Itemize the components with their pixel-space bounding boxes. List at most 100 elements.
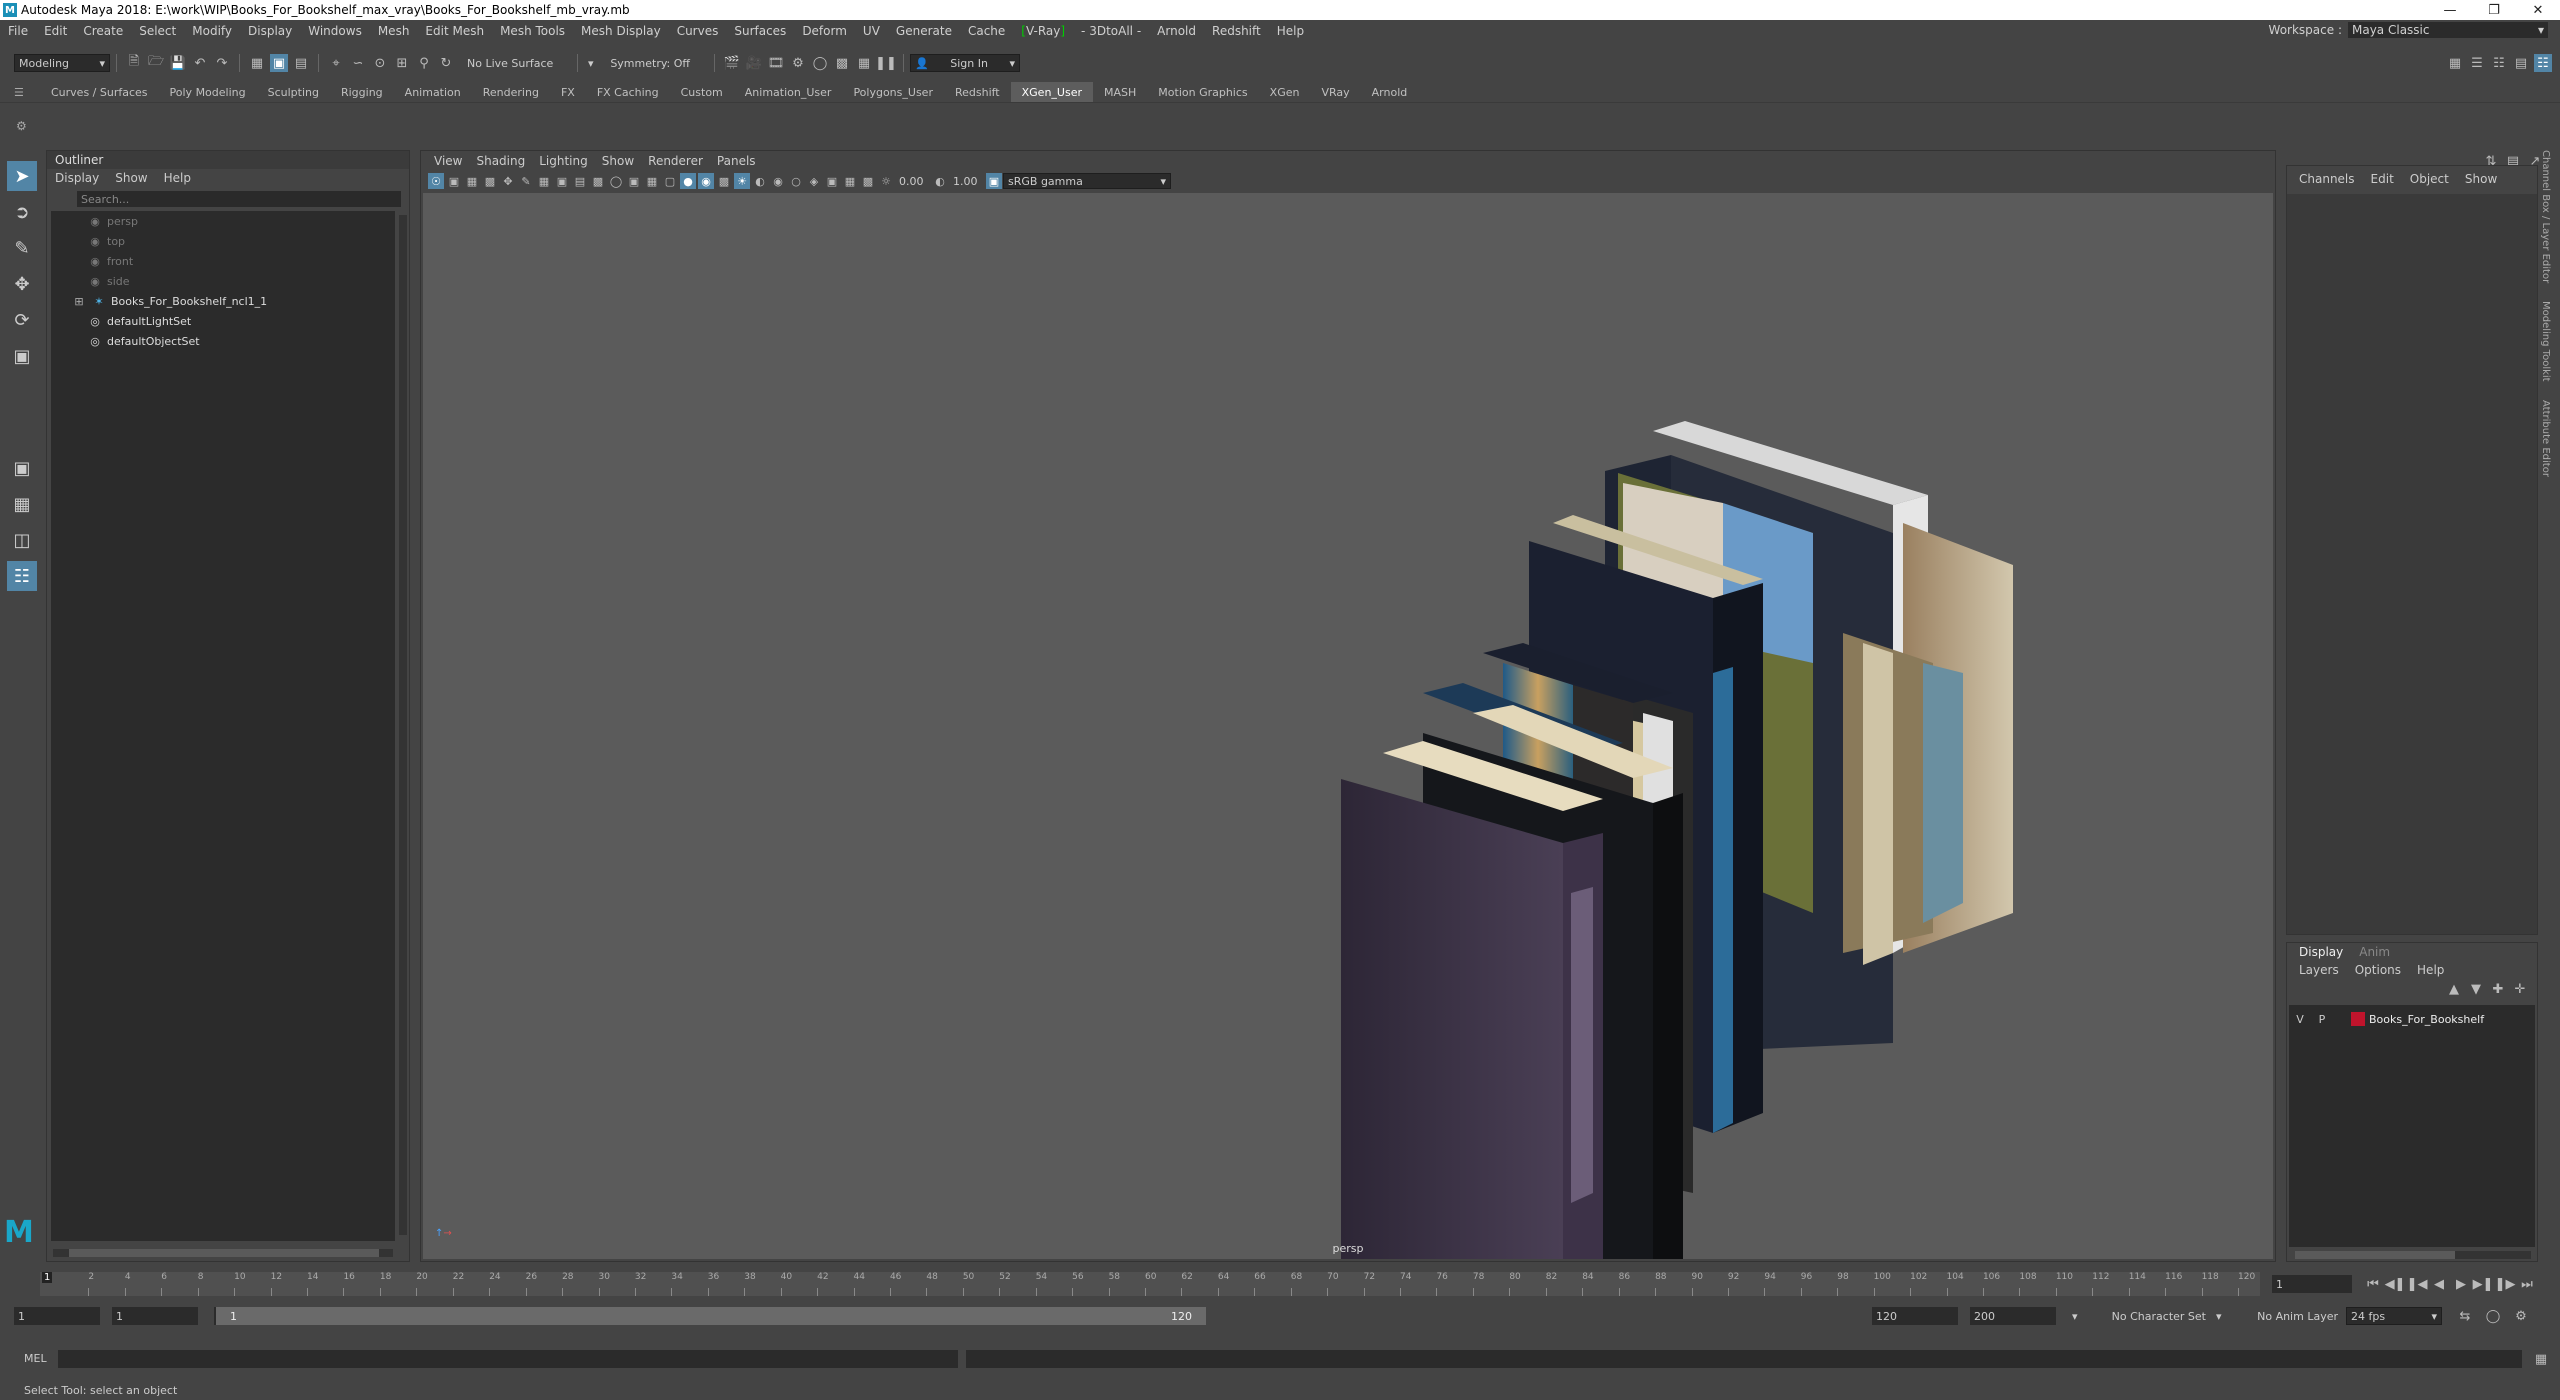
animation-start-field[interactable]: 1 — [14, 1307, 100, 1325]
ipr-render-icon[interactable]: 🎞 — [767, 54, 785, 72]
shelf-tab-xgen-user[interactable]: XGen_User — [1010, 82, 1093, 102]
menu-mesh[interactable]: Mesh — [370, 24, 418, 38]
layer-playback-toggle[interactable]: P — [2311, 1013, 2333, 1026]
viewport-menu-view[interactable]: View — [427, 154, 469, 168]
menu-display[interactable]: Display — [240, 24, 300, 38]
grease-pencil-icon[interactable]: ✎ — [518, 173, 534, 189]
outliner-search-input[interactable]: Search... — [77, 191, 401, 207]
minimize-button[interactable]: — — [2428, 0, 2472, 20]
restore-button[interactable]: ❐ — [2472, 0, 2516, 20]
snap-live-icon[interactable]: ⚲ — [415, 54, 433, 72]
four-view-icon[interactable]: ▦ — [7, 489, 37, 519]
wireframe-on-shaded-icon[interactable]: ◉ — [698, 173, 714, 189]
shelf-tab-motion-graphics[interactable]: Motion Graphics — [1147, 82, 1258, 102]
xray-icon[interactable]: ▦ — [842, 173, 858, 189]
outliner-item-books-group[interactable]: ⊞ ✶ Books_For_Bookshelf_ncl1_1 — [51, 291, 395, 311]
ambient-occlusion-icon[interactable]: ◉ — [770, 173, 786, 189]
play-forwards-icon[interactable]: ▶ — [2452, 1275, 2470, 1293]
viewport-menu-show[interactable]: Show — [595, 154, 641, 168]
view-transform-dropdown[interactable]: sRGB gamma ▾ — [1003, 173, 1171, 189]
anti-aliasing-icon[interactable]: ◈ — [806, 173, 822, 189]
color-management-icon[interactable]: ▣ — [986, 173, 1002, 189]
outliner-item-default-light-set[interactable]: ◎ defaultLightSet — [51, 311, 395, 331]
menu-uv[interactable]: UV — [855, 24, 888, 38]
outliner-menu-display[interactable]: Display — [47, 171, 107, 185]
tool-settings-icon[interactable]: ☷ — [2490, 54, 2508, 72]
lasso-tool-icon[interactable]: ➲ — [7, 197, 37, 227]
menu-create[interactable]: Create — [75, 24, 131, 38]
menu-file[interactable]: File — [0, 24, 36, 38]
menu-mesh-tools[interactable]: Mesh Tools — [492, 24, 573, 38]
bookmark-icon[interactable]: ▦ — [464, 173, 480, 189]
layer-row[interactable]: V P Books_For_Bookshelf — [2289, 1009, 2535, 1029]
animation-preferences-icon[interactable]: ⚙ — [2512, 1307, 2530, 1325]
viewport-menu-lighting[interactable]: Lighting — [532, 154, 595, 168]
render-settings-icon[interactable]: ⚙ — [789, 54, 807, 72]
resolution-gate-icon[interactable]: ▤ — [572, 173, 588, 189]
2d-pan-zoom-icon[interactable]: ✥ — [500, 173, 516, 189]
persp-outliner-icon[interactable]: ◫ — [7, 525, 37, 555]
layer-menu-layers[interactable]: Layers — [2291, 963, 2347, 977]
character-set-dropdown[interactable]: ▾ No Character Set — [2068, 1307, 2210, 1325]
layer-tab-anim[interactable]: Anim — [2351, 945, 2398, 959]
snap-point-icon[interactable]: ⊙ — [371, 54, 389, 72]
render-frame-icon[interactable]: 🎬 — [723, 54, 741, 72]
current-frame-field[interactable]: 1 — [2272, 1275, 2352, 1293]
menu-edit-mesh[interactable]: Edit Mesh — [417, 24, 492, 38]
viewport-menu-renderer[interactable]: Renderer — [641, 154, 710, 168]
pause-icon[interactable]: ❚❚ — [875, 54, 897, 72]
vray-frame-buffer-icon[interactable]: ▦ — [855, 54, 873, 72]
expand-icon[interactable]: ⊞ — [71, 295, 87, 308]
outliner-item-side[interactable]: ◉ side — [51, 271, 395, 291]
undo-icon[interactable]: ↶ — [191, 54, 209, 72]
layer-color-swatch[interactable] — [2351, 1012, 2365, 1026]
menu-help[interactable]: Help — [1269, 24, 1312, 38]
shelf-tab-rendering[interactable]: Rendering — [472, 82, 550, 102]
step-back-frame-icon[interactable]: ❚◀ — [2407, 1275, 2428, 1293]
loop-icon[interactable]: ⇆ — [2456, 1307, 2474, 1325]
side-tab-modeling-toolkit[interactable]: Modeling Toolkit — [2540, 301, 2551, 382]
viewport-menu-shading[interactable]: Shading — [469, 154, 532, 168]
channel-box-menu-show[interactable]: Show — [2457, 172, 2505, 186]
side-tab-channel-box[interactable]: Channel Box / Layer Editor — [2540, 150, 2551, 283]
snap-rotate-icon[interactable]: ↻ — [437, 54, 455, 72]
camera-attributes-icon[interactable]: ▣ — [446, 173, 462, 189]
auto-key-icon[interactable]: ◯ — [2484, 1307, 2502, 1325]
exposure-icon[interactable]: ☼ — [878, 173, 894, 189]
shadows-icon[interactable]: ◐ — [752, 173, 768, 189]
live-surface-field[interactable]: No Live Surface — [463, 54, 571, 72]
new-scene-icon[interactable]: 🗎 — [125, 54, 143, 72]
layer-menu-options[interactable]: Options — [2347, 963, 2409, 977]
outliner-vertical-scrollbar[interactable] — [399, 215, 407, 1235]
menu-surfaces[interactable]: Surfaces — [726, 24, 794, 38]
shelf-settings-icon[interactable]: ⚙ — [16, 119, 27, 133]
select-camera-icon[interactable]: ☉ — [428, 173, 444, 189]
motion-blur-icon[interactable]: ○ — [788, 173, 804, 189]
step-forward-frame-icon[interactable]: ▶❚ — [2473, 1275, 2494, 1293]
current-time-marker[interactable]: 1 — [42, 1272, 53, 1283]
range-slider[interactable]: 1 120 — [214, 1307, 1206, 1325]
channel-box-menu-object[interactable]: Object — [2402, 172, 2457, 186]
shelf-tab-xgen[interactable]: XGen — [1259, 82, 1311, 102]
time-ruler[interactable]: 1 2 4 6 8 10 12 14 16 18 20 22 24 26 28 30 32 34 36 38 40 42 4… — [40, 1272, 2260, 1296]
playback-start-field[interactable]: 1 — [112, 1307, 198, 1325]
gamma-field[interactable]: 1.00 — [949, 174, 985, 188]
range-slider-handle[interactable]: 1 120 — [216, 1307, 1206, 1325]
paint-select-tool-icon[interactable]: ✎ — [7, 233, 37, 263]
shelf-tab-curves-surfaces[interactable]: Curves / Surfaces — [40, 82, 159, 102]
menu-select[interactable]: Select — [131, 24, 184, 38]
outliner-item-top[interactable]: ◉ top — [51, 231, 395, 251]
xray-joints-icon[interactable]: ▩ — [860, 173, 876, 189]
shelf-tab-animation[interactable]: Animation — [394, 82, 472, 102]
new-layer-from-selection-icon[interactable]: ✛ — [2511, 980, 2529, 998]
shelf-tab-fx[interactable]: FX — [550, 82, 586, 102]
outliner-item-front[interactable]: ◉ front — [51, 251, 395, 271]
select-hierarchy-icon[interactable]: ▦ — [248, 54, 266, 72]
anim-layer-dropdown[interactable]: ▾ No Anim Layer — [2212, 1307, 2342, 1325]
snap-grid-icon[interactable]: ⌖ — [327, 54, 345, 72]
exposure-field[interactable]: 0.00 — [895, 174, 931, 188]
shelf-tab-rigging[interactable]: Rigging — [330, 82, 394, 102]
outliner-item-persp[interactable]: ◉ persp — [51, 211, 395, 231]
layer-menu-help[interactable]: Help — [2409, 963, 2452, 977]
viewport-menu-panels[interactable]: Panels — [710, 154, 763, 168]
